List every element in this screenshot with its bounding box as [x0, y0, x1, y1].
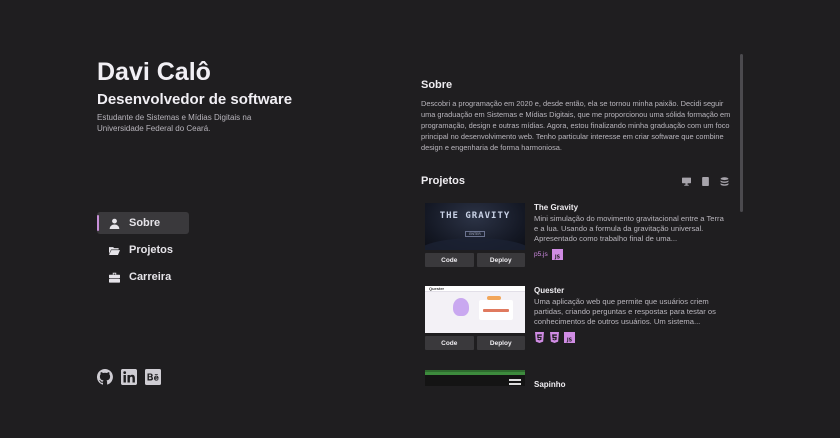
project-thumbnail[interactable]: [425, 370, 525, 386]
github-icon[interactable]: [97, 369, 113, 385]
nav-label: Carreira: [129, 271, 172, 283]
nav-item-carreira[interactable]: Carreira: [97, 266, 189, 288]
tag-p5js: p5.js: [534, 251, 548, 258]
database-icon[interactable]: [720, 177, 729, 186]
thumbnail-form-button: [483, 309, 509, 312]
deploy-button[interactable]: Deploy: [476, 253, 525, 267]
main-nav: Sobre Projetos Carreira: [97, 212, 189, 293]
html5-icon: [535, 332, 544, 343]
profile-header: Davi Calô Desenvolvedor de software Estu…: [97, 58, 327, 134]
css3-icon: [550, 332, 559, 343]
about-text: Descobri a programação em 2020 e, desde …: [421, 99, 731, 152]
thumbnail-title: THE GRAVITY: [439, 211, 511, 221]
scrollbar[interactable]: [740, 54, 743, 212]
tablet-icon[interactable]: [701, 177, 710, 186]
nav-item-projetos[interactable]: Projetos: [97, 239, 189, 261]
project-thumbnail[interactable]: THE GRAVITY ENTER: [425, 203, 525, 250]
nav-label: Sobre: [129, 217, 161, 229]
user-icon: [109, 218, 120, 229]
linkedin-icon[interactable]: [121, 369, 137, 385]
about-heading: Sobre: [421, 79, 453, 91]
thumbnail-bar-secondary: [509, 379, 521, 381]
thumbnail-character: [453, 298, 469, 316]
tech-tags: JS: [534, 332, 575, 343]
js-icon: JS: [564, 332, 575, 343]
nav-label: Projetos: [129, 244, 174, 256]
code-button[interactable]: Code: [425, 336, 474, 350]
code-button[interactable]: Code: [425, 253, 474, 267]
thumbnail-bar-tertiary: [509, 383, 521, 385]
thumbnail-logo: Quester: [429, 286, 445, 291]
content-panel[interactable]: Sobre Descobri a programação em 2020 e, …: [421, 0, 735, 438]
thumbnail-planet: [425, 238, 525, 250]
projects-heading: Projetos: [421, 175, 466, 187]
behance-icon[interactable]: [145, 369, 161, 385]
thumbnail-accent: [487, 296, 501, 300]
project-description: Uma aplicação web que permite que usuári…: [534, 297, 716, 326]
project-title: The Gravity: [534, 203, 579, 212]
deploy-button[interactable]: Deploy: [476, 336, 525, 350]
project-card: Quester Code Deploy Quester Uma aplicaçã…: [425, 286, 730, 366]
folder-open-icon: [109, 246, 120, 255]
project-card: Sapinho: [425, 370, 730, 438]
nav-item-sobre[interactable]: Sobre: [97, 212, 189, 234]
briefcase-icon: [109, 272, 120, 283]
social-links: [97, 369, 161, 385]
tech-tags: p5.js JS: [534, 249, 563, 260]
project-title: Quester: [534, 286, 565, 295]
profile-name: Davi Calô: [97, 58, 211, 86]
project-card: THE GRAVITY ENTER Code Deploy The Gravit…: [425, 203, 730, 283]
profile-role: Desenvolvedor de software: [97, 91, 293, 108]
device-view-toggle: [682, 177, 729, 186]
profile-study: Estudante de Sistemas e Mídias Digitais …: [97, 113, 252, 133]
monitor-icon[interactable]: [682, 177, 691, 186]
project-description: Mini simulação do movimento gravitaciona…: [534, 214, 724, 243]
svg-text:JS: JS: [566, 338, 573, 343]
project-title: Sapinho: [534, 380, 566, 389]
svg-text:JS: JS: [554, 255, 561, 260]
project-thumbnail[interactable]: Quester: [425, 286, 525, 333]
thumbnail-enter-button: ENTER: [465, 231, 485, 237]
js-icon: JS: [551, 249, 563, 260]
thumbnail-bar: [425, 372, 525, 375]
